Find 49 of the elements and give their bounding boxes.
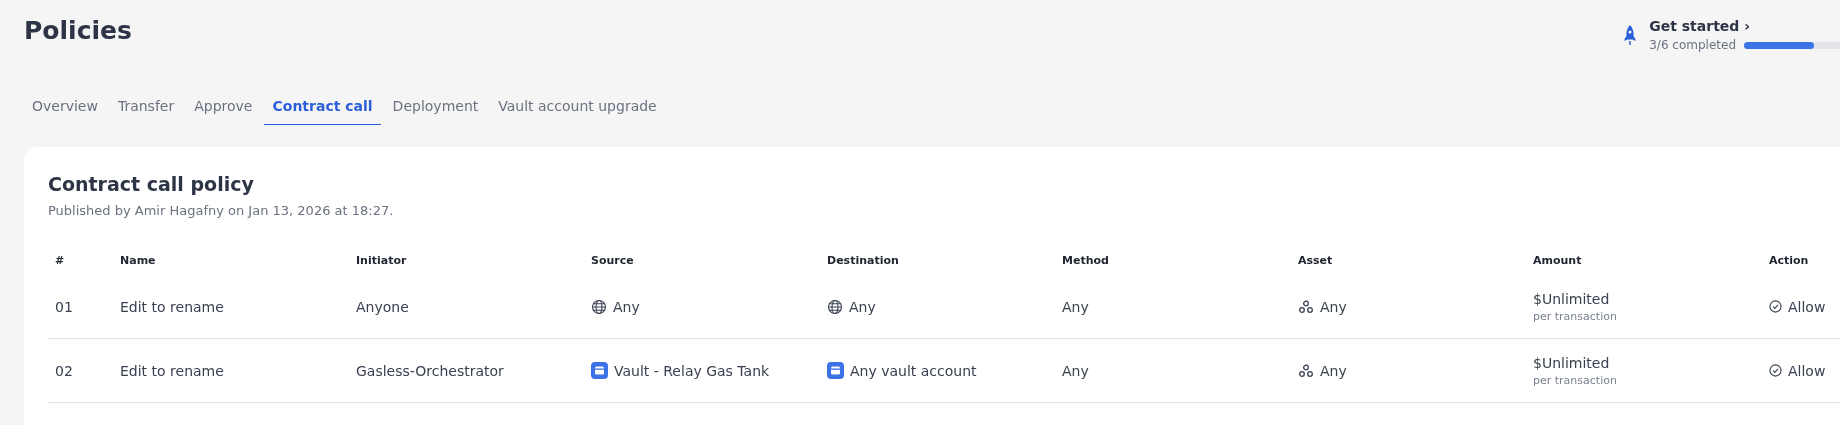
tab[interactable]: Overview [24,92,106,125]
tab[interactable]: Contract call [264,92,381,125]
page-title: Policies [24,16,132,45]
cell-text: Allow [1788,362,1826,379]
table-cell: Any [1055,339,1291,403]
coins-icon [1298,298,1314,315]
tab[interactable]: Vault account upgrade [490,92,665,125]
vault-icon [827,362,844,379]
table-cell: Gasless-Orchestrator [349,339,584,403]
amount-note: per transaction [1533,373,1617,387]
check-circle-icon [1769,364,1782,377]
tab[interactable]: Deployment [384,92,487,125]
table-cell: Edit to rename [113,339,349,403]
cell-text: Any vault account [850,362,977,379]
vault-icon [591,362,608,379]
cell-text: Any [1320,362,1347,379]
column-header: # [54,253,66,269]
globe-icon [591,298,607,315]
amount-value: $Unlimited [1533,354,1611,371]
tab[interactable]: Transfer [109,92,183,125]
globe-icon [827,298,843,315]
get-started-link[interactable]: Get started › [1649,18,1840,34]
table-cell: Edit to rename [113,275,349,339]
table-cell: 01 [48,275,113,339]
progress-text: 3/6 completed [1649,38,1736,52]
cell-text: Any [613,298,640,315]
table-cell: Anyone [349,275,584,339]
cell-text: Allow [1788,298,1826,315]
column-header: Method [1061,253,1110,269]
card-subtitle: Published by Amir Hagafny on Jan 13, 2026 at 18:27. [48,203,395,218]
check-circle-icon [1769,300,1782,313]
table-cell: Any [1055,275,1291,339]
rocket-icon [1623,24,1638,46]
cell-text: Vault - Relay Gas Tank [614,362,770,379]
table-cell: 02 [48,339,113,403]
cell-text: Any [1320,298,1347,315]
column-header: Amount [1532,253,1583,269]
amount-note: per transaction [1533,309,1617,323]
column-header: Source [590,253,635,269]
tab[interactable]: Approve [186,92,261,125]
cell-text: Any [849,298,876,315]
column-header: Asset [1297,253,1334,269]
column-header: Initiator [355,253,408,269]
column-header: Action [1768,253,1810,269]
card-title: Contract call policy [48,173,255,195]
column-header: Destination [826,253,900,269]
coins-icon [1298,362,1314,379]
amount-value: $Unlimited [1533,290,1611,307]
column-header: Name [119,253,157,269]
